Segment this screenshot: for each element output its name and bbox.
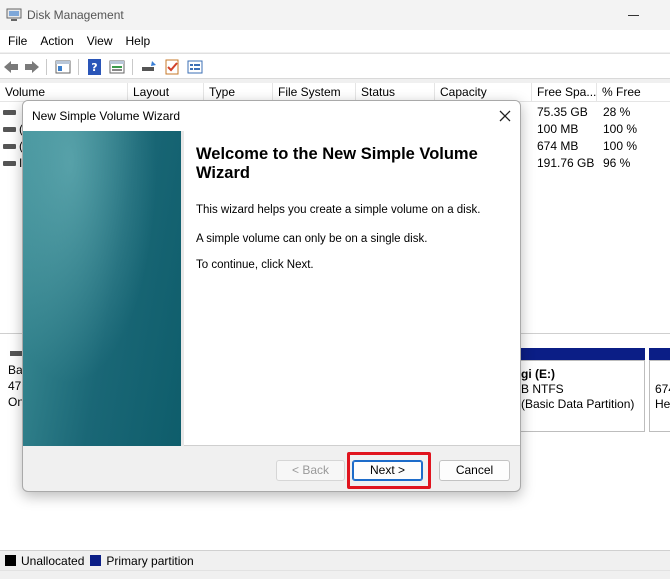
toolbar-separator [78,59,79,75]
connect-disk-icon[interactable] [140,58,158,76]
legend-primary: Primary partition [106,553,194,568]
wizard-text-2: A simple volume can only be on a single … [196,233,428,245]
help-icon[interactable]: ? [86,58,104,76]
wizard-text-3: To continue, click Next. [196,259,314,271]
drive-icon [3,144,16,149]
forward-arrow-icon[interactable] [23,58,41,76]
properties-view-icon[interactable] [108,58,126,76]
legend: Unallocated Primary partition [0,550,670,570]
svg-text:?: ? [91,61,97,74]
menu-help[interactable]: Help [120,34,156,48]
wizard-heading: Welcome to the New Simple Volume Wizard [196,145,478,182]
drive-icon [3,127,16,132]
status-bar [0,570,670,579]
window-titlebar: Disk Management [0,0,670,30]
banner-divider [181,131,184,446]
next-button-highlight [347,452,431,489]
menu-bar: File Action View Help [0,30,670,52]
percent-free: 96 % [603,156,631,170]
toolbar: ? [0,53,670,79]
list-view-icon[interactable] [186,58,204,76]
new-simple-volume-wizard-dialog: New Simple Volume Wizard Welcome to the … [22,100,521,492]
menu-action[interactable]: Action [34,34,78,48]
partition-right-size: 674 [655,382,670,396]
free-space: 100 MB [537,122,579,136]
partition-right-status: He [655,397,670,411]
partition-e-fs: B NTFS [521,382,564,396]
partition-recovery[interactable] [649,360,670,432]
unallocated-swatch [5,555,16,566]
partition-bar [649,348,670,360]
drive-icon [3,161,16,166]
back-arrow-icon[interactable] [2,58,20,76]
dialog-title: New Simple Volume Wizard [32,109,181,123]
partition-e-name: gi (E:) [521,367,555,381]
drive-icon [3,110,16,115]
column-percent-free[interactable]: % Free [597,83,670,102]
disk-management-icon [6,8,22,21]
menu-view[interactable]: View [81,34,118,48]
partition-bar [514,348,645,360]
percent-free: 28 % [603,105,631,119]
percent-free: 100 % [603,139,638,153]
checklist-icon[interactable] [163,58,181,76]
wizard-banner-image [23,131,181,446]
primary-partition-swatch [90,555,102,566]
menu-file[interactable]: File [2,34,32,48]
cancel-button[interactable]: Cancel [439,460,510,481]
percent-free: 100 % [603,122,638,136]
free-space: 191.76 GB [537,156,595,170]
dialog-titlebar: New Simple Volume Wizard [23,101,520,131]
partition-e-status: (Basic Data Partition) [521,397,635,411]
legend-unallocated: Unallocated [21,553,85,568]
column-free-space[interactable]: Free Spa... [532,83,597,102]
free-space: 674 MB [537,139,579,153]
window-title: Disk Management [27,8,124,22]
disk-icon [10,351,22,356]
minimize-icon[interactable] [628,15,639,16]
toolbar-separator [132,59,133,75]
back-button[interactable]: < Back [276,460,345,481]
wizard-text-1: This wizard helps you create a simple vo… [196,204,481,216]
console-tree-icon[interactable] [54,58,72,76]
toolbar-separator [46,59,47,75]
wizard-body: Welcome to the New Simple Volume Wizard … [23,131,520,446]
free-space: 75.35 GB [537,105,588,119]
close-icon[interactable] [496,107,514,125]
